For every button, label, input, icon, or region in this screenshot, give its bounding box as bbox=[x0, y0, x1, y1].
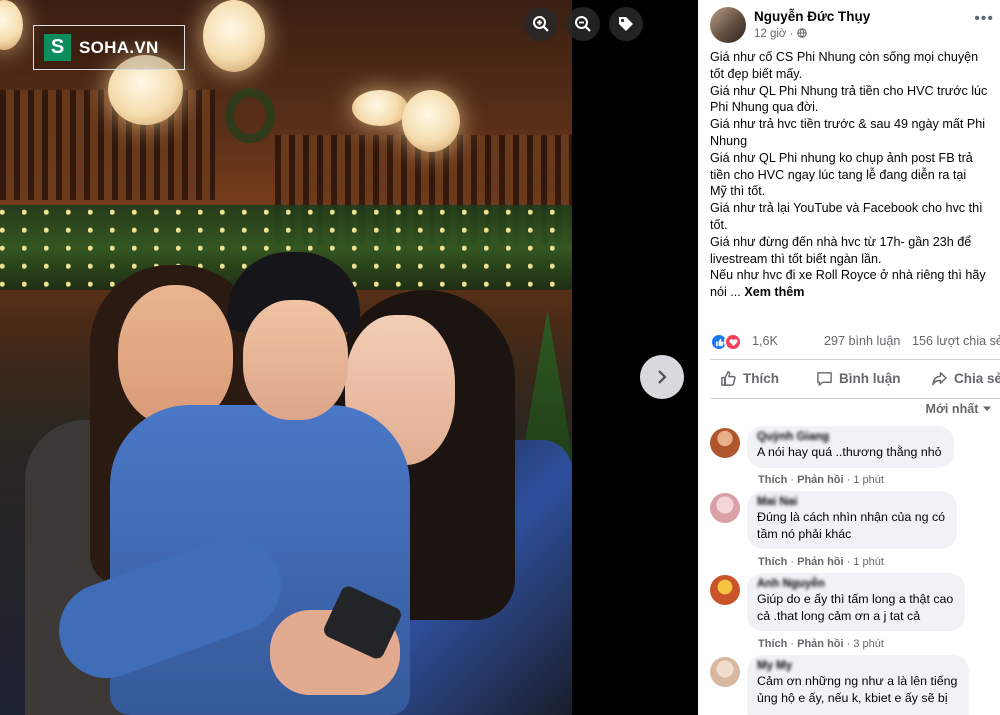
chevron-right-icon bbox=[658, 370, 667, 384]
soha-logo-letter: S bbox=[44, 34, 71, 61]
sort-label: Mới nhất bbox=[925, 402, 979, 416]
paper-lantern bbox=[203, 0, 265, 72]
commenter-name[interactable]: Mai Nai bbox=[757, 496, 945, 509]
post-timestamp[interactable]: 12 giờ · bbox=[754, 28, 807, 40]
post-text-line: Giá như QL Phi nhung ko chụp ảnh post FB… bbox=[710, 150, 973, 165]
commenter-name[interactable]: Anh Nguyễn bbox=[757, 578, 953, 591]
post-text-line: tốt. bbox=[710, 217, 728, 232]
zoom-out-button[interactable] bbox=[566, 7, 600, 41]
globe-icon bbox=[796, 28, 807, 38]
comment-like-link[interactable]: Thích bbox=[758, 638, 787, 650]
comment-sort-dropdown[interactable]: Mới nhất bbox=[925, 402, 992, 416]
post-text-line: nói ... Xem thêm bbox=[710, 284, 1000, 301]
comment-text: cả .that long cảm ơn a j tat cả bbox=[757, 608, 921, 623]
post-time-text: 12 giờ · bbox=[754, 28, 797, 40]
comment-bubble: Anh Nguyễn Giúp do e ấy thì tấm long a t… bbox=[747, 573, 966, 632]
post-text-line: tiền cho HVC ngay lúc tang lễ đang diễn … bbox=[710, 167, 967, 182]
reaction-count[interactable]: 1,6K bbox=[752, 334, 778, 348]
author-name[interactable]: Nguyễn Đức Thụy bbox=[754, 9, 870, 24]
comment-time[interactable]: 1 phút bbox=[853, 474, 884, 486]
comment-meta: Thích · Phản hồi · 1 phút bbox=[758, 474, 884, 486]
post-text: Giá như cố CS Phi Nhung còn sống mọi chu… bbox=[710, 49, 1000, 301]
comment-reply-link[interactable]: Phản hồi bbox=[797, 638, 843, 650]
comment-like-link[interactable]: Thích bbox=[758, 556, 787, 568]
post-text-line: Giá như QL Phi Nhung trả tiền cho HVC tr… bbox=[710, 83, 988, 98]
more-options-icon[interactable]: ••• bbox=[974, 10, 994, 28]
photo-viewer: S SOHA.VN bbox=[0, 0, 698, 715]
comment-text: Giúp do e ấy thì tấm long a thật cao bbox=[757, 592, 954, 606]
post-text-line: Giá như trả hvc tiền trước & sau 49 ngày… bbox=[710, 117, 986, 132]
commenter-name[interactable]: My My bbox=[757, 660, 957, 673]
post-text-line: Mỹ thì tốt. bbox=[710, 184, 766, 199]
post-side-panel: Nguyễn Đức Thụy 12 giờ · ••• Giá như cố … bbox=[698, 0, 1000, 715]
commenter-avatar[interactable] bbox=[710, 428, 740, 458]
thumbs-up-icon bbox=[721, 371, 736, 386]
post-text-line: Giá như trả lại YouTube và Facebook cho … bbox=[710, 201, 983, 216]
ceiling-light bbox=[352, 90, 408, 126]
share-count[interactable]: 156 lượt chia sẻ bbox=[912, 334, 1000, 348]
like-button[interactable]: Thích bbox=[720, 370, 779, 387]
post-text-line: Nếu như hvc đi xe Roll Royce ở nhà riêng… bbox=[710, 268, 986, 283]
see-more-link[interactable]: Xem thêm bbox=[744, 285, 804, 299]
divider bbox=[710, 359, 1000, 360]
comment-like-link[interactable]: Thích bbox=[758, 474, 787, 486]
comment-meta: Thích · Phản hồi · 1 phút bbox=[758, 556, 884, 568]
comment-label: Bình luận bbox=[839, 371, 901, 386]
comment-bubble: My My Cảm ơn những ng như a là lên tiếng… bbox=[747, 655, 970, 715]
post-photo bbox=[0, 0, 572, 715]
comment-button[interactable]: Bình luận bbox=[816, 370, 901, 387]
comment-reply-link[interactable]: Phản hồi bbox=[797, 556, 843, 568]
comment-meta: Thích · Phản hồi · 3 phút bbox=[758, 638, 884, 650]
commenter-name[interactable]: Quỳnh Giang bbox=[757, 431, 942, 444]
tag-button[interactable] bbox=[609, 7, 643, 41]
like-label: Thích bbox=[743, 371, 779, 386]
share-label: Chia sẻ bbox=[954, 371, 1000, 386]
soha-watermark: S SOHA.VN bbox=[33, 25, 185, 70]
post-text-line: tốt đẹp biết mấy. bbox=[710, 66, 803, 81]
post-text-line: Phi Nhung qua đời. bbox=[710, 100, 819, 115]
comment-time[interactable]: 3 phút bbox=[853, 638, 884, 650]
comment-icon bbox=[817, 372, 832, 386]
boy-face bbox=[243, 300, 348, 420]
divider bbox=[710, 398, 1000, 399]
tag-icon bbox=[619, 17, 633, 31]
post-text-line: Nhung bbox=[710, 133, 748, 148]
balcony-railing bbox=[0, 90, 215, 200]
commenter-avatar[interactable] bbox=[710, 493, 740, 523]
zoom-in-icon bbox=[533, 16, 549, 32]
commenter-avatar[interactable] bbox=[710, 657, 740, 687]
comment-text: ủng hộ e ấy, nếu k, kbiet e ấy sẽ bị bbox=[757, 690, 948, 705]
author-avatar[interactable] bbox=[710, 7, 746, 43]
post-text-line: livestream thì tốt biết ngàn lần. bbox=[710, 251, 882, 266]
comment-text: A nói hay quá ..thương thằng nhỏ bbox=[757, 445, 942, 459]
comment-count[interactable]: 297 bình luận bbox=[824, 334, 900, 348]
christmas-wreath bbox=[225, 88, 275, 143]
post-text-line: Giá như đừng đến nhà hvc từ 17h- gần 23h… bbox=[710, 234, 972, 249]
comment-text: Đúng là cách nhìn nhận của ng có bbox=[757, 510, 946, 524]
post-action-bar: Thích Bình luận Chia sẻ bbox=[710, 364, 1000, 394]
reaction-summary: 1,6K 297 bình luận 156 lượt chia sẻ bbox=[710, 332, 1000, 352]
comment-bubble: Mai Nai Đúng là cách nhìn nhận của ng có… bbox=[747, 491, 958, 550]
comment-bubble: Quỳnh Giang A nói hay quá ..thương thằng… bbox=[747, 426, 954, 468]
comment-time[interactable]: 1 phút bbox=[853, 556, 884, 568]
share-button[interactable]: Chia sẻ bbox=[931, 370, 1000, 387]
comment-reply-link[interactable]: Phản hồi bbox=[797, 474, 843, 486]
post-text-last: nói ... bbox=[710, 285, 745, 300]
comment-text: tầm nó phải khác bbox=[757, 526, 852, 541]
commenter-avatar[interactable] bbox=[710, 575, 740, 605]
zoom-in-button[interactable] bbox=[524, 7, 558, 41]
share-icon bbox=[932, 372, 947, 386]
girl-face bbox=[118, 285, 233, 425]
post-text-line: Giá như cố CS Phi Nhung còn sống mọi chu… bbox=[710, 50, 979, 64]
comment-text: Cảm ơn những ng như a là lên tiếng bbox=[757, 674, 958, 688]
love-reaction-icon[interactable] bbox=[724, 333, 742, 351]
paper-lantern bbox=[0, 0, 23, 50]
next-photo-button[interactable] bbox=[640, 355, 684, 399]
zoom-out-icon bbox=[575, 16, 591, 32]
post-header: Nguyễn Đức Thụy 12 giờ · ••• bbox=[710, 4, 1000, 48]
chevron-down-icon bbox=[983, 406, 991, 411]
paper-lantern bbox=[402, 90, 460, 152]
soha-logo-text: SOHA.VN bbox=[79, 37, 159, 57]
